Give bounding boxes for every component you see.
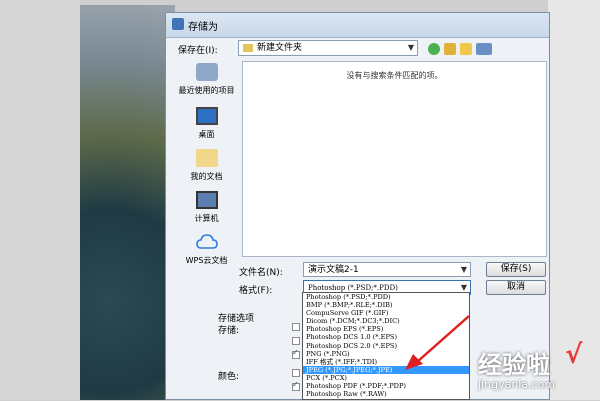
option-checkbox[interactable]	[292, 337, 300, 345]
documents-icon	[195, 149, 218, 167]
dialog-title: 存储为	[188, 22, 218, 33]
option-checkbox[interactable]	[292, 369, 300, 377]
back-icon[interactable]	[428, 43, 440, 55]
option-checkbox-checked[interactable]	[292, 380, 300, 391]
current-folder-name: 新建文件夹	[257, 43, 303, 53]
desktop-background-left	[0, 0, 80, 400]
format-label: 格式(F):	[239, 286, 273, 296]
filename-label: 文件名(N):	[239, 268, 283, 278]
cancel-button[interactable]: 取消	[486, 280, 546, 295]
format-value: Photoshop (*.PSD;*.PDD)	[308, 284, 398, 292]
format-option[interactable]: PCX (*.PCX)	[303, 374, 469, 382]
place-computer[interactable]: 计算机	[174, 191, 239, 224]
option-checkbox-checked[interactable]	[292, 348, 300, 359]
place-my-documents[interactable]: 我的文档	[174, 149, 239, 182]
view-menu-icon[interactable]	[476, 43, 492, 55]
format-option[interactable]: BMP (*.BMP;*.RLE;*.DIB)	[303, 301, 469, 309]
place-label: 计算机	[194, 214, 219, 223]
option-checkbox[interactable]	[292, 323, 300, 331]
place-label: 桌面	[198, 130, 215, 139]
cloud-icon	[195, 234, 218, 249]
save-in-combobox[interactable]: 新建文件夹 ▼	[238, 40, 418, 56]
up-folder-icon[interactable]	[444, 43, 456, 55]
place-wps-cloud[interactable]: WPS云文档	[174, 233, 239, 266]
computer-icon	[195, 191, 218, 209]
format-option[interactable]: Photoshop (*.PSD;*.PDD)	[303, 293, 469, 301]
watermark-url: jingyanla.com	[478, 378, 556, 391]
format-option[interactable]: Photoshop PDF (*.PDF;*.PDP)	[303, 382, 469, 390]
chevron-down-icon: ▼	[407, 43, 414, 52]
places-bar: 最近使用的项目 桌面 我的文档 计算机 WPS云文档	[174, 61, 239, 401]
color-label: 颜色:	[218, 372, 240, 382]
place-label: 最近使用的项目	[178, 86, 235, 95]
place-label: 我的文档	[190, 172, 223, 181]
place-desktop[interactable]: 桌面	[174, 107, 239, 140]
background-artwork	[80, 5, 175, 400]
watermark-logo: 经验啦	[478, 351, 550, 379]
save-in-label: 保存在(I):	[178, 46, 218, 56]
desktop-icon	[195, 107, 218, 125]
recent-items-icon	[195, 63, 218, 81]
watermark-check: √	[565, 340, 583, 370]
store-label: 存储:	[218, 326, 240, 336]
place-recent-items[interactable]: 最近使用的项目	[174, 63, 239, 96]
chevron-down-icon: ▼	[460, 265, 467, 274]
folder-icon	[243, 43, 253, 52]
save-button[interactable]: 保存(S)	[486, 262, 546, 277]
empty-results-message: 没有与搜索条件匹配的项。	[346, 71, 443, 80]
filename-field[interactable]: 演示文稿2-1 ▼	[303, 262, 471, 277]
dialog-titlebar[interactable]: 存储为	[166, 13, 549, 38]
new-folder-icon[interactable]	[460, 43, 472, 55]
file-list-pane[interactable]: 没有与搜索条件匹配的项。	[242, 61, 547, 257]
place-label: WPS云文档	[185, 256, 228, 265]
annotation-arrow	[405, 315, 470, 370]
format-option[interactable]: Photoshop Raw (*.RAW)	[303, 390, 469, 398]
filename-value: 演示文稿2-1	[308, 265, 359, 275]
photoshop-app-icon	[172, 18, 184, 30]
